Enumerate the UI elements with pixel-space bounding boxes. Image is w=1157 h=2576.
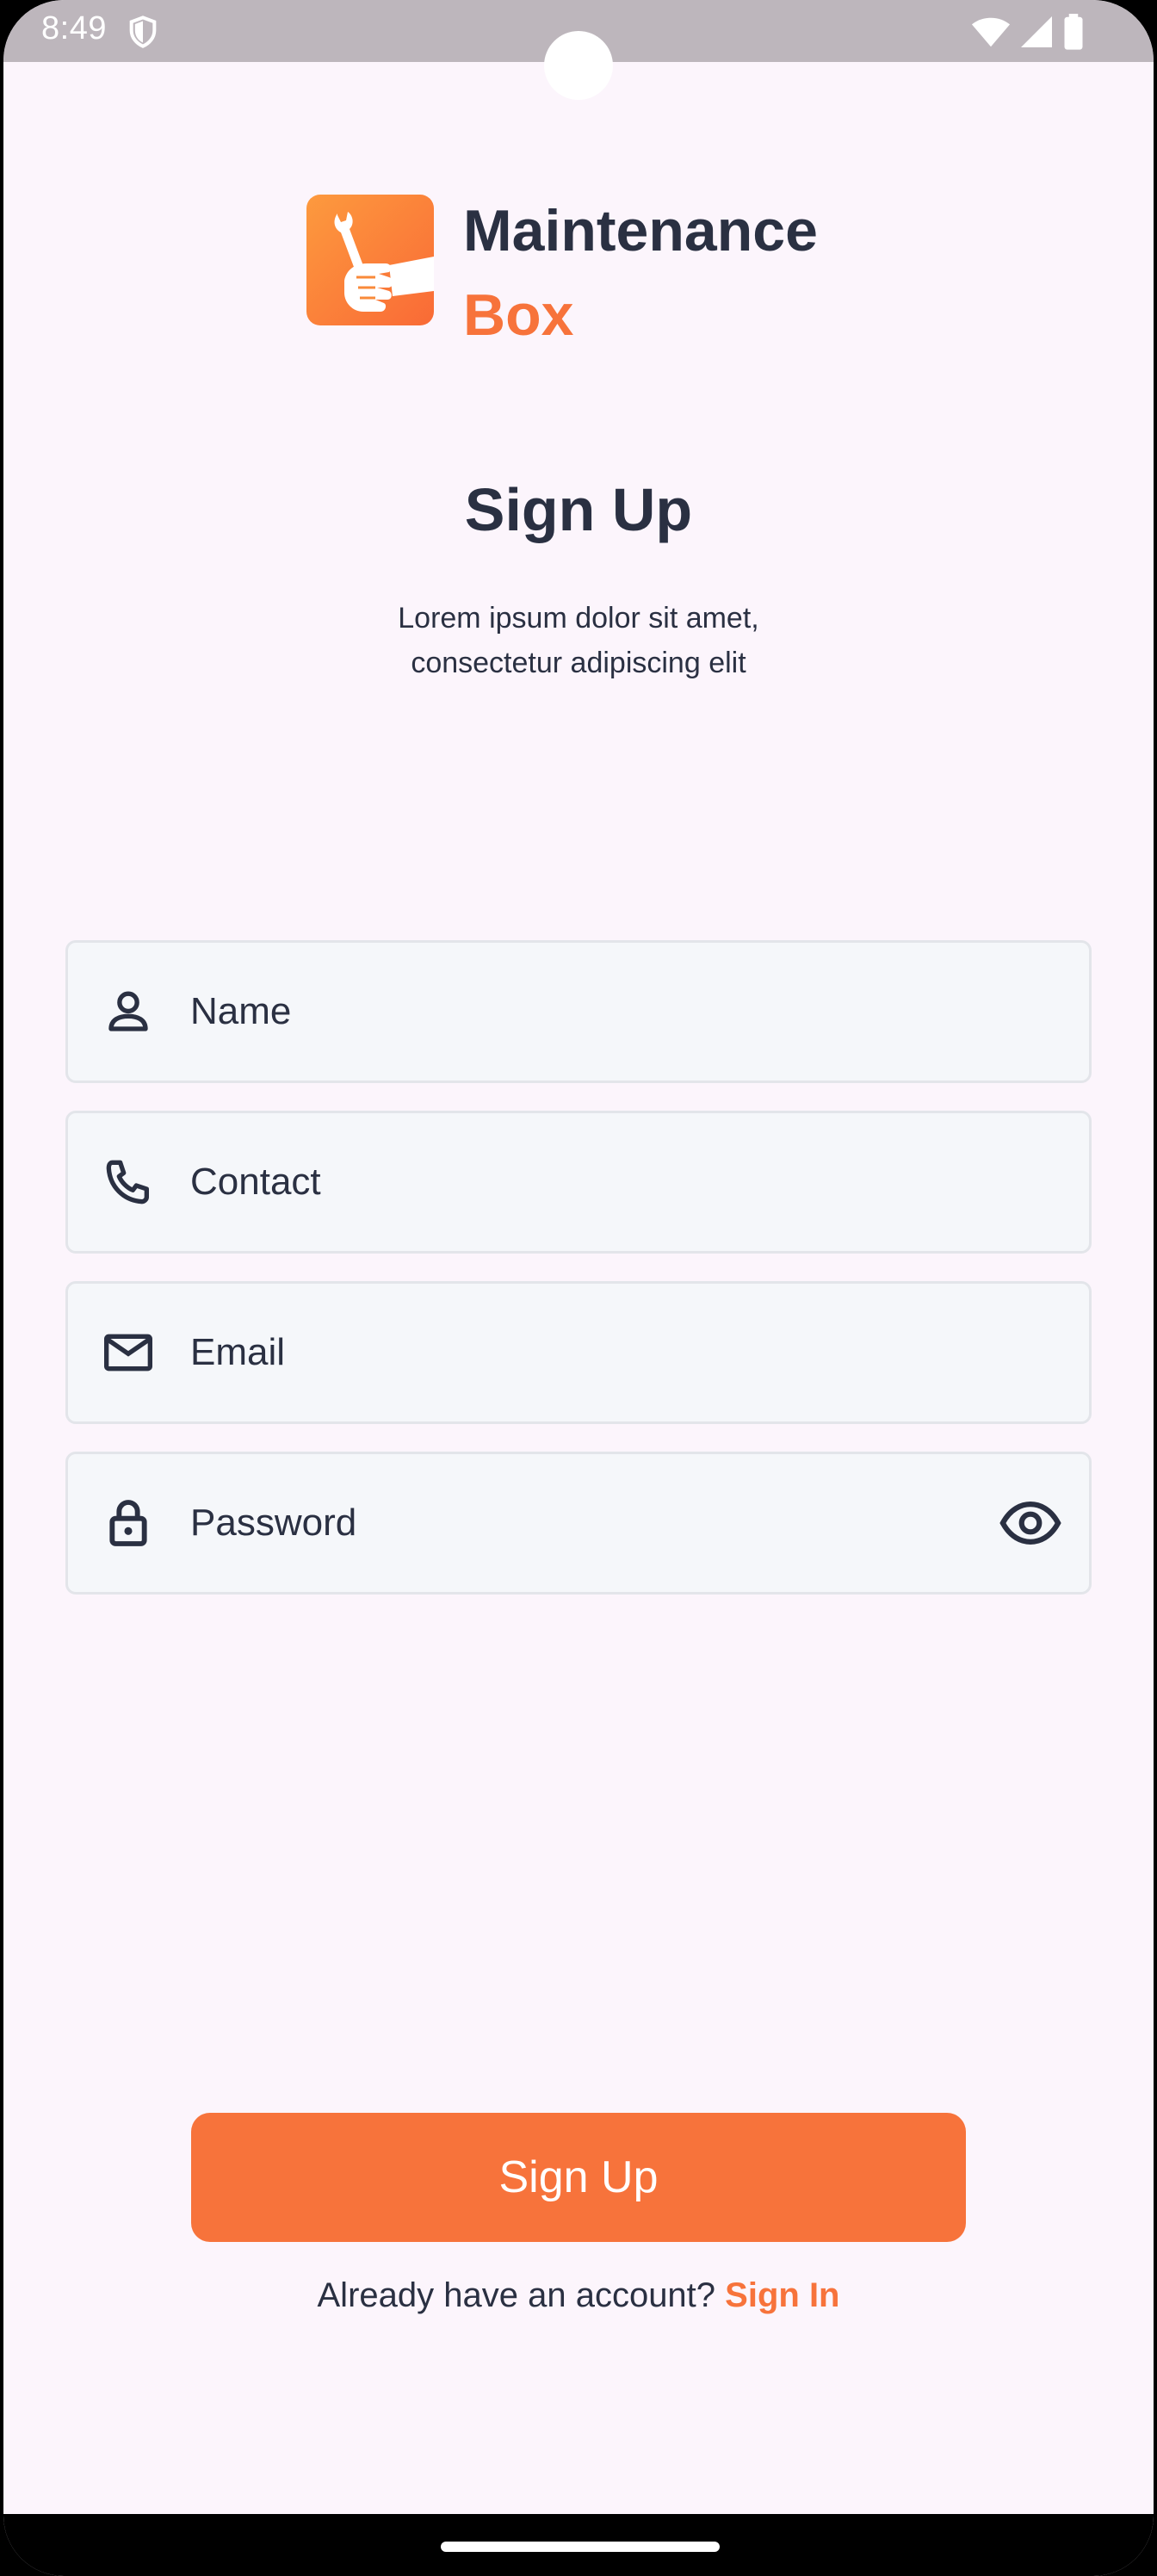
phone-icon	[106, 1160, 149, 1204]
password-input[interactable]	[190, 1454, 965, 1592]
signal-icon	[1021, 16, 1052, 47]
contact-field[interactable]	[65, 1111, 1092, 1254]
signin-prompt: Already have an account?	[317, 2276, 716, 2314]
email-input[interactable]	[190, 1284, 965, 1421]
home-indicator[interactable]	[441, 2542, 720, 2552]
wifi-icon	[971, 17, 1011, 47]
contact-input[interactable]	[190, 1113, 965, 1251]
shield-icon	[129, 15, 157, 48]
email-field[interactable]	[65, 1281, 1092, 1424]
app-screen: 8:49 Maintenance Box Sign Up Lorem ipsum…	[3, 0, 1154, 2576]
logo-text: Maintenance Box	[463, 201, 818, 344]
camera-cutout	[544, 31, 613, 100]
app-logo: Maintenance Box	[306, 195, 818, 344]
logo-line-1: Maintenance	[463, 198, 818, 263]
page-title: Sign Up	[464, 476, 693, 543]
logo-line-2: Box	[463, 282, 574, 348]
battery-icon	[1064, 14, 1083, 50]
mail-icon	[104, 1334, 152, 1372]
person-icon	[108, 991, 148, 1031]
sign-in-link[interactable]: Sign In	[725, 2276, 839, 2314]
status-icons	[971, 14, 1085, 50]
eye-icon[interactable]	[999, 1499, 1061, 1547]
name-input[interactable]	[190, 943, 965, 1081]
name-field[interactable]	[65, 940, 1092, 1083]
signin-prompt-row: Already have an account? Sign In	[3, 2276, 1154, 2315]
status-time: 8:49	[41, 10, 107, 46]
password-field[interactable]	[65, 1452, 1092, 1595]
lock-icon	[109, 1500, 147, 1546]
page-subtitle: Lorem ipsum dolor sit amet, consectetur …	[398, 602, 759, 679]
wrench-hand-icon	[306, 195, 434, 325]
sign-up-button[interactable]: Sign Up	[191, 2113, 966, 2242]
